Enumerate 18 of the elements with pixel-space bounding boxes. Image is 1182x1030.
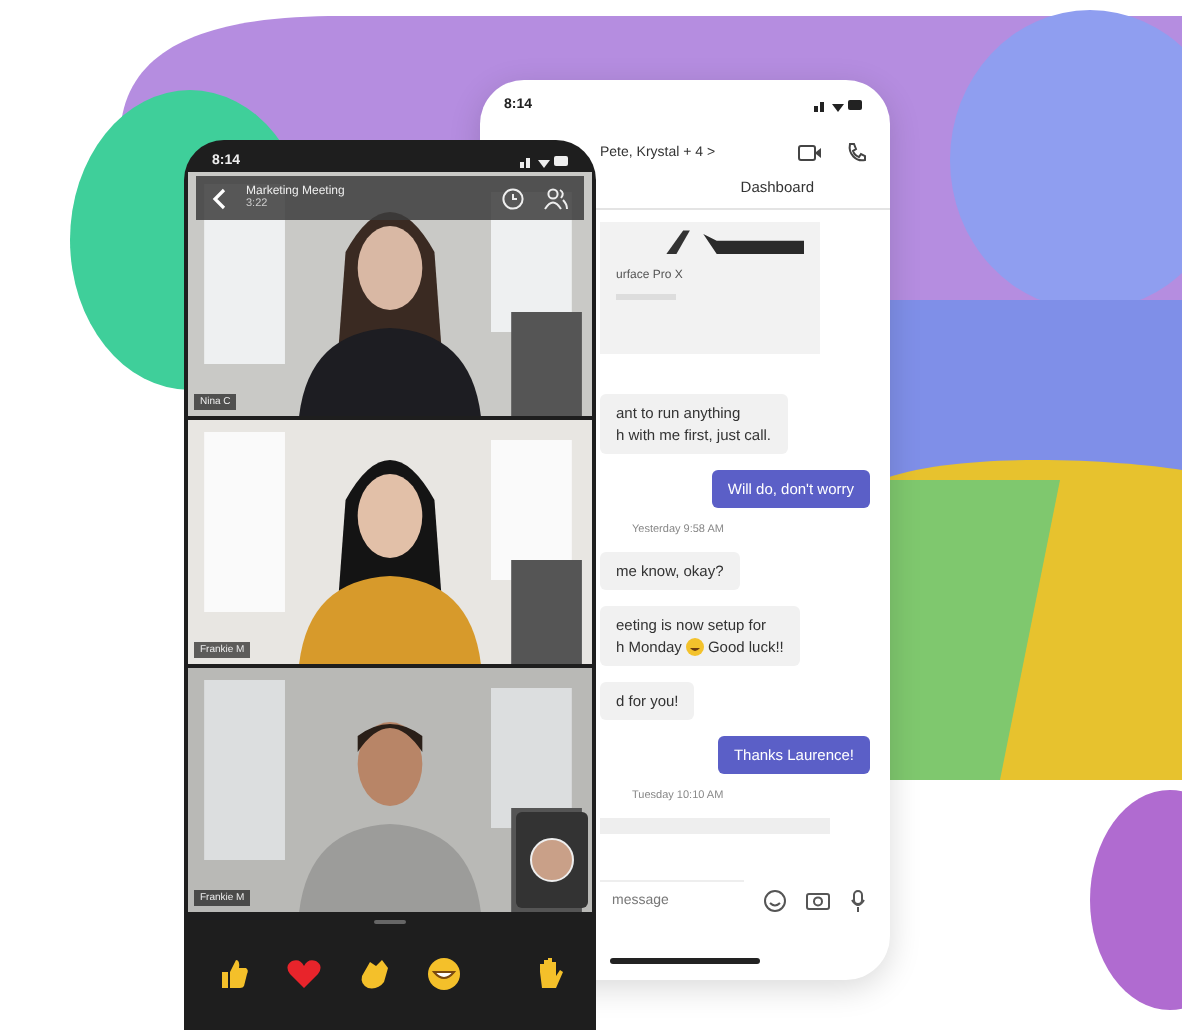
emoji-icon[interactable] [764,889,786,911]
drag-handle[interactable] [374,920,406,924]
microphone-icon[interactable] [850,889,866,911]
phone-icon[interactable] [846,141,866,163]
clock-icon[interactable] [502,187,524,209]
video-call-icon[interactable] [798,143,822,161]
raised-hand-icon[interactable] [535,956,563,990]
laughing-face-icon[interactable] [427,957,459,989]
people-icon[interactable] [544,187,568,209]
signal-icons [814,97,862,111]
thumbs-up-icon[interactable] [217,957,249,989]
smiley-icon [685,638,704,656]
back-icon[interactable] [212,187,226,209]
signal-icons [520,154,568,168]
clapping-hands-icon[interactable] [357,957,391,989]
heart-icon[interactable] [285,957,321,989]
camera-icon[interactable] [806,890,830,910]
avatar [530,838,574,882]
